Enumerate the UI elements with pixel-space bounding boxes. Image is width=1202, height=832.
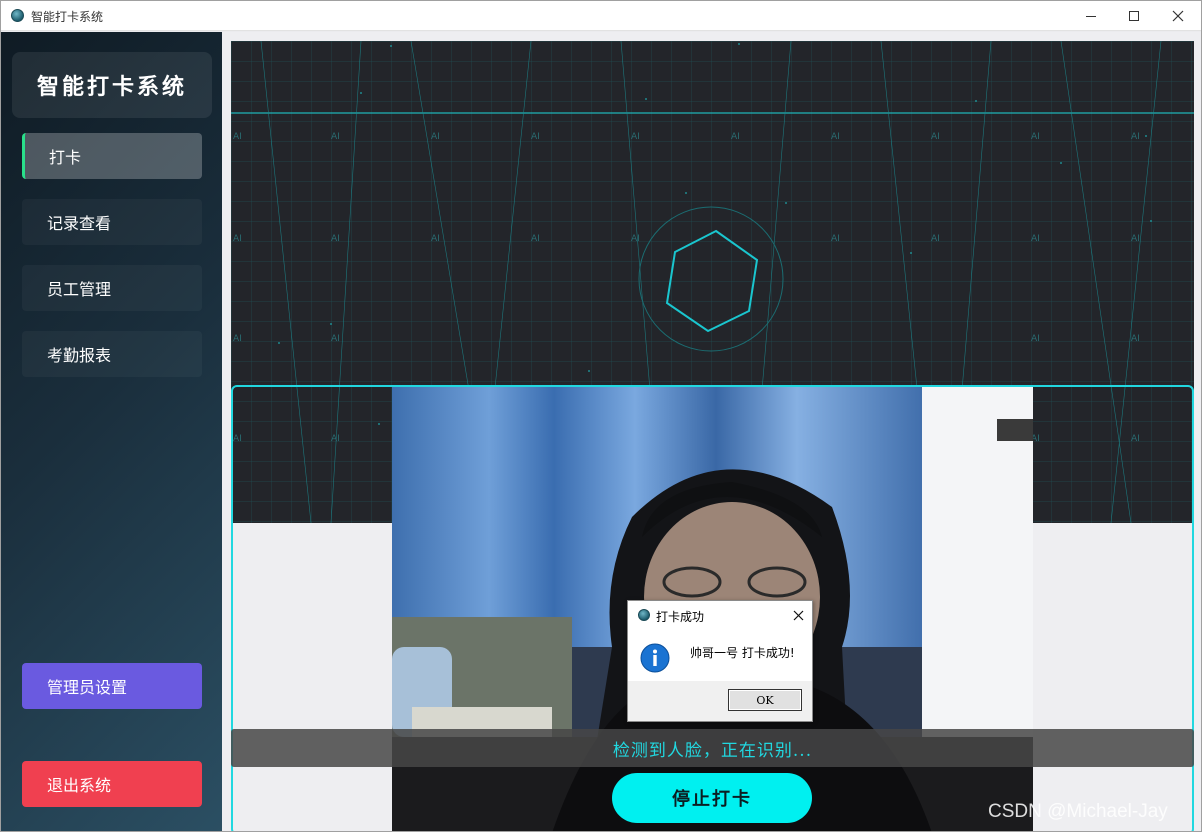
hero-ai-mark: AI bbox=[931, 234, 940, 244]
dialog-message: 帅哥一号 打卡成功! bbox=[690, 646, 795, 660]
minimize-button[interactable] bbox=[1068, 1, 1114, 31]
app-logo-icon bbox=[638, 609, 650, 621]
hero-ai-mark: AI bbox=[331, 234, 340, 244]
dialog-ok-label: OK bbox=[756, 693, 774, 707]
sidebar-item-label: 记录查看 bbox=[47, 214, 112, 233]
dialog-title-bar: 打卡成功 bbox=[628, 601, 812, 629]
status-text: 检测到人脸，正在识别... bbox=[612, 740, 813, 761]
window-title: 智能打卡系统 bbox=[31, 10, 104, 24]
csdn-watermark: CSDN @Michael-Jay bbox=[988, 801, 1168, 822]
hero-ai-mark: AI bbox=[331, 334, 340, 344]
hero-ai-mark: AI bbox=[431, 132, 440, 142]
status-bar: 检测到人脸，正在识别... bbox=[231, 729, 1194, 767]
close-icon bbox=[1172, 10, 1184, 22]
hero-ai-mark: AI bbox=[931, 132, 940, 142]
hero-ai-mark: AI bbox=[631, 234, 640, 244]
dialog-body: 帅哥一号 打卡成功! bbox=[628, 629, 812, 681]
hero-ai-mark: AI bbox=[531, 234, 540, 244]
hero-ai-mark: AI bbox=[1031, 234, 1040, 244]
hero-ai-mark: AI bbox=[831, 132, 840, 142]
hero-ai-mark: AI bbox=[1131, 234, 1140, 244]
close-window-button[interactable] bbox=[1155, 1, 1201, 31]
hero-ai-mark: AI bbox=[831, 234, 840, 244]
brand-panel: 智能打卡系统 bbox=[12, 52, 212, 118]
hero-ai-mark: AI bbox=[731, 132, 740, 142]
admin-settings-label: 管理员设置 bbox=[47, 678, 128, 697]
app-window: 智能打卡系统 智能打卡系统 打卡 记录查看 员工管理 考勤报表 管理员设置 退出… bbox=[0, 0, 1202, 832]
hero-ai-mark: AI bbox=[431, 234, 440, 244]
hero-ai-mark: AI bbox=[1031, 334, 1040, 344]
sidebar: 智能打卡系统 打卡 记录查看 员工管理 考勤报表 管理员设置 退出系统 bbox=[1, 32, 222, 831]
stop-punch-label: 停止打卡 bbox=[672, 789, 752, 810]
exit-system-button[interactable]: 退出系统 bbox=[22, 761, 202, 807]
sidebar-item-records[interactable]: 记录查看 bbox=[22, 199, 202, 245]
hero-ai-mark: AI bbox=[1031, 132, 1040, 142]
minimize-icon bbox=[1086, 15, 1096, 17]
success-dialog: 打卡成功 帅哥一号 打卡成功! OK bbox=[627, 600, 813, 722]
info-icon bbox=[640, 643, 670, 673]
hero-ai-mark: AI bbox=[233, 234, 242, 244]
maximize-icon bbox=[1129, 11, 1139, 21]
hero-ai-mark: AI bbox=[631, 132, 640, 142]
sidebar-item-label: 员工管理 bbox=[47, 280, 112, 299]
dialog-title: 打卡成功 bbox=[656, 610, 705, 624]
hero-ai-mark: AI bbox=[233, 334, 242, 344]
sidebar-item-label: 考勤报表 bbox=[47, 346, 112, 365]
sidebar-item-label: 打卡 bbox=[49, 148, 82, 167]
dialog-close-button[interactable] bbox=[788, 605, 808, 625]
admin-settings-button[interactable]: 管理员设置 bbox=[22, 663, 202, 709]
stop-punch-button[interactable]: 停止打卡 bbox=[612, 773, 812, 823]
maximize-button[interactable] bbox=[1111, 1, 1157, 31]
hero-ai-mark: AI bbox=[331, 132, 340, 142]
close-icon bbox=[793, 610, 803, 620]
hero-ai-mark: AI bbox=[531, 132, 540, 142]
hero-ai-mark: AI bbox=[1131, 334, 1140, 344]
app-logo-icon bbox=[11, 9, 24, 22]
sidebar-item-punch[interactable]: 打卡 bbox=[22, 133, 202, 179]
brand-title: 智能打卡系统 bbox=[36, 74, 187, 100]
exit-system-label: 退出系统 bbox=[47, 776, 112, 795]
sidebar-item-reports[interactable]: 考勤报表 bbox=[22, 331, 202, 377]
sidebar-item-employees[interactable]: 员工管理 bbox=[22, 265, 202, 311]
title-bar: 智能打卡系统 bbox=[1, 1, 1201, 31]
hero-ai-mark: AI bbox=[233, 132, 242, 142]
hero-ai-mark: AI bbox=[1131, 132, 1140, 142]
dialog-ok-button[interactable]: OK bbox=[728, 689, 802, 711]
